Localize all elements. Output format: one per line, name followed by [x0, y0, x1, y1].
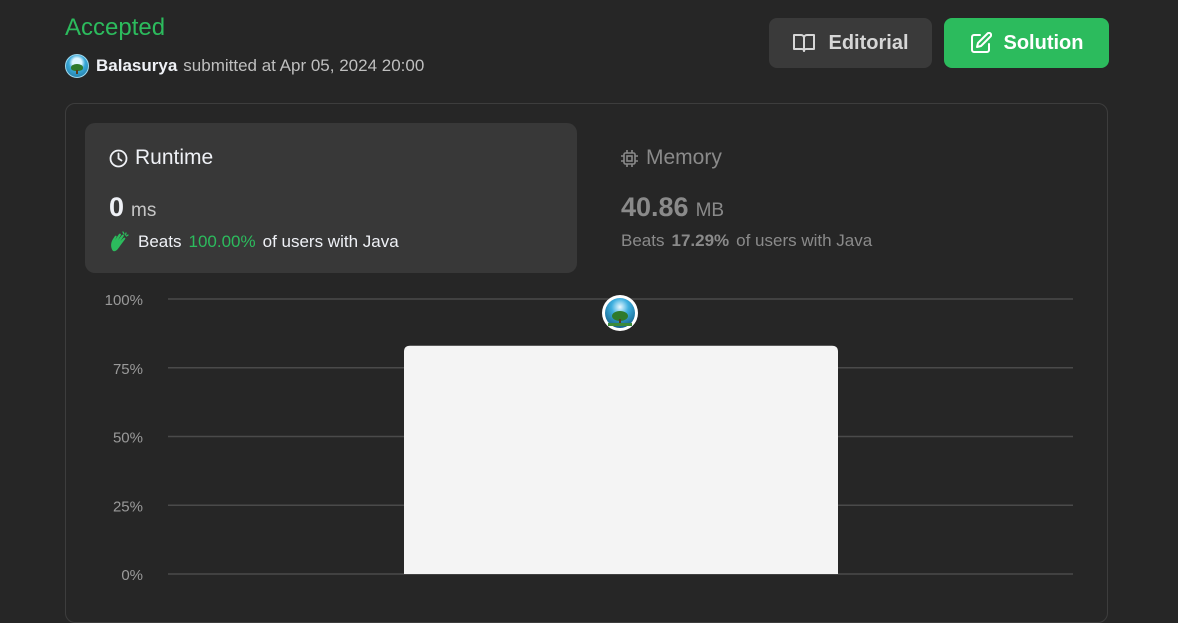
- y-tick-label: 0%: [121, 567, 143, 584]
- user-position-avatar[interactable]: [602, 295, 638, 331]
- chart-bar[interactable]: [404, 345, 838, 574]
- y-tick-label: 75%: [113, 361, 143, 378]
- avatar-ground: [608, 323, 632, 326]
- y-tick-label: 50%: [113, 430, 143, 447]
- y-tick-label: 25%: [113, 498, 143, 515]
- runtime-distribution-chart: 100% 75% 50% 25% 0%: [105, 292, 1073, 584]
- y-tick-label: 100%: [105, 292, 143, 309]
